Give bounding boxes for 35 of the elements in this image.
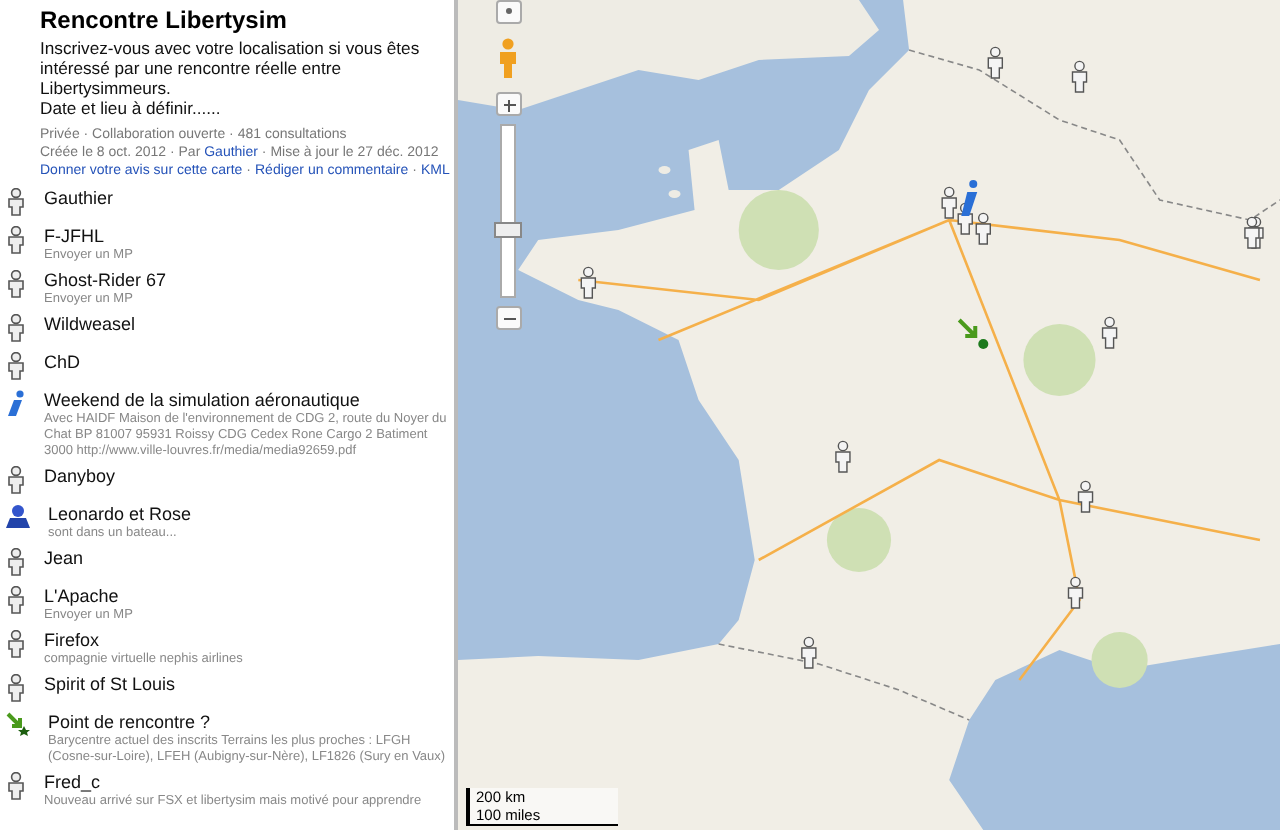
- place-name[interactable]: L'Apache: [44, 586, 450, 608]
- place-name[interactable]: Firefox: [44, 630, 450, 652]
- person-icon: [6, 188, 26, 216]
- person-icon: [6, 352, 26, 380]
- zoom-slider-thumb[interactable]: [494, 222, 522, 239]
- person-icon: [6, 270, 26, 298]
- place-name[interactable]: ChD: [44, 352, 450, 374]
- person-icon: [6, 466, 26, 494]
- person-icon: [6, 226, 26, 254]
- zoom-out-button[interactable]: [495, 306, 521, 330]
- person-icon: [6, 314, 26, 342]
- pan-button[interactable]: [495, 0, 521, 24]
- map-description: Inscrivez-vous avec votre localisation si vous êtes intéressé par une rencontre réelle entre Libertysimmeurs.: [40, 38, 422, 98]
- person-icon: [6, 674, 26, 702]
- zoom-in-button[interactable]: [495, 92, 521, 116]
- person-icon: [6, 548, 26, 576]
- place-name[interactable]: Weekend de la simulation aéronautique: [44, 390, 450, 412]
- arrow-icon: [6, 712, 30, 736]
- place-name[interactable]: Wildweasel: [44, 314, 450, 336]
- map-title: Rencontre Libertysim: [40, 6, 289, 34]
- place-name[interactable]: F-JFHL: [44, 226, 450, 248]
- place-name[interactable]: Gauthier: [44, 188, 450, 210]
- person-icon: [6, 772, 26, 800]
- place-name[interactable]: Leonardo et Rose: [48, 504, 450, 526]
- place-name[interactable]: Point de rencontre ?: [48, 712, 450, 734]
- place-name[interactable]: Danyboy: [44, 466, 450, 488]
- place-name[interactable]: Fred_c: [44, 772, 450, 794]
- place-name[interactable]: Ghost-Rider 67: [44, 270, 450, 292]
- place-name[interactable]: Jean: [44, 548, 450, 570]
- place-name[interactable]: Spirit of St Louis: [44, 674, 450, 696]
- info-icon: [6, 390, 26, 418]
- map-description: Date et lieu à définir......: [40, 98, 223, 118]
- person-icon: [6, 630, 26, 658]
- person-icon: [6, 586, 26, 614]
- figure-icon: [6, 504, 30, 528]
